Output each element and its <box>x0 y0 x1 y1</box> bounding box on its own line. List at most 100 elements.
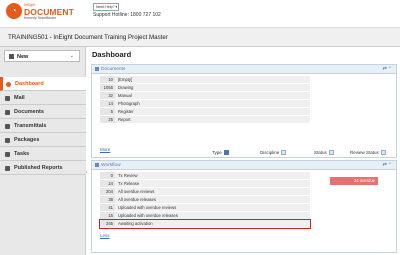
documents-panel-header: Documents ⇄ ⌃ <box>92 65 396 74</box>
list-item[interactable]: 14 Photograph <box>100 100 310 108</box>
filter-type[interactable]: Type <box>212 150 229 156</box>
need-help-dropdown[interactable]: Need Help? ▾ <box>93 3 119 11</box>
task-icon <box>5 151 10 157</box>
list-item[interactable]: 15 Uploaded with overdue releases <box>100 212 310 220</box>
list-item[interactable]: 1055 Drawing <box>100 84 310 92</box>
item-count: 10 <box>100 76 115 83</box>
item-count: 41 <box>100 204 115 211</box>
item-count: 32 <box>100 92 115 99</box>
list-item[interactable]: 38 All overdue releases <box>100 196 310 204</box>
sidebar-item-label: Published Reports <box>14 165 63 171</box>
item-count: 14 <box>100 100 115 107</box>
main-content: Dashboard Documents ⇄ ⌃ 10 [Empty] 1055 Dr… <box>87 47 400 255</box>
documents-icon <box>95 67 99 71</box>
item-label: Register <box>115 108 310 115</box>
filter-type-label: Type <box>212 150 222 155</box>
list-item[interactable]: 0 Tx Review <box>100 172 310 180</box>
new-icon <box>9 54 14 59</box>
item-count: 38 <box>100 196 115 203</box>
list-item[interactable]: 24 Tx Release <box>100 180 310 188</box>
item-label: Tx Review <box>115 172 310 179</box>
less-link[interactable]: Less <box>100 233 110 238</box>
logo-formerly-text: formerly TeamBinder <box>24 16 57 20</box>
sidebar-item-label: Transmittals <box>14 123 47 129</box>
item-count: 204 <box>100 188 115 195</box>
sidebar-item-label: Tasks <box>14 151 30 157</box>
item-label: [Empty] <box>115 76 310 83</box>
workflow-icon <box>95 163 99 167</box>
sidebar-item-tasks[interactable]: Tasks <box>0 147 86 161</box>
documents-panel: Documents ⇄ ⌃ 10 [Empty] 1055 Drawing 32 Ma… <box>91 64 397 158</box>
sidebar-item-label: Mail <box>14 95 25 101</box>
new-button-label: New <box>17 54 29 60</box>
item-count: 0 <box>100 172 115 179</box>
app-header: ◔ InEight DOCUMENT formerly TeamBinder N… <box>0 0 400 27</box>
item-count: 15 <box>100 212 115 219</box>
sidebar-item-dashboard[interactable]: Dashboard <box>0 77 86 91</box>
list-item[interactable]: 10 [Empty] <box>100 76 310 84</box>
overdue-badge[interactable]: 24 overdue <box>330 177 378 185</box>
chevron-down-icon: ⌄ <box>69 53 74 59</box>
sidebar-item-label: Packages <box>14 137 40 143</box>
report-icon <box>5 165 10 171</box>
list-item[interactable]: 25 Report <box>100 116 310 124</box>
filter-discipline[interactable]: Discipline <box>260 150 287 156</box>
page-title: Dashboard <box>92 50 132 59</box>
project-bar: TRAINING501 - InEight Document Training … <box>0 27 400 47</box>
item-count: 1055 <box>100 84 115 91</box>
sidebar: New ⌄ Dashboard Mail Documents Transmitt… <box>0 47 86 255</box>
list-item[interactable]: 5 Register <box>100 108 310 116</box>
item-label: Manual <box>115 92 310 99</box>
package-icon <box>5 137 10 143</box>
item-label: Tx Release <box>115 180 310 187</box>
filter-status-checkbox[interactable] <box>328 150 334 156</box>
sidebar-item-label: Dashboard <box>15 81 44 87</box>
workflow-panel-title: Workflow <box>101 163 121 168</box>
transmittal-icon <box>5 123 10 129</box>
item-label: All overdue releases <box>115 196 310 203</box>
item-label: All overdue reviews <box>115 188 310 195</box>
item-count: 5 <box>100 108 115 115</box>
sidebar-item-transmittals[interactable]: Transmittals <box>0 119 86 133</box>
list-item[interactable]: 41 Uploaded with overdue reviews <box>100 204 310 212</box>
filter-review-status[interactable]: Review Status <box>350 150 386 156</box>
filter-discipline-label: Discipline <box>260 150 280 155</box>
sidebar-item-published-reports[interactable]: Published Reports <box>0 161 86 175</box>
item-count: 24 <box>100 180 115 187</box>
filter-review-status-checkbox[interactable] <box>380 150 386 156</box>
new-button[interactable]: New ⌄ <box>4 50 80 62</box>
item-count: 25 <box>100 116 115 123</box>
project-title: TRAINING501 - InEight Document Training … <box>8 34 168 41</box>
item-label: Photograph <box>115 100 310 107</box>
item-label: Drawing <box>115 84 310 91</box>
mail-icon <box>5 95 10 101</box>
item-label: Report <box>115 116 310 123</box>
workflow-panel: Workflow ⇄ ⌃ 0 Tx Review 24 Tx Release 204… <box>91 160 397 253</box>
documents-list: 10 [Empty] 1055 Drawing 32 Manual 14 Photogr… <box>100 76 310 124</box>
panel-controls-icon[interactable]: ⇄ ⌃ <box>383 67 392 72</box>
more-link[interactable]: More <box>100 147 110 152</box>
list-item[interactable]: 32 Manual <box>100 92 310 100</box>
item-label: Uploaded with overdue releases <box>115 212 310 219</box>
logo-mark-icon: ◔ <box>6 3 22 19</box>
filter-status-label: Status <box>314 150 327 155</box>
workflow-list: 0 Tx Review 24 Tx Release 204 All overdue r… <box>99 172 311 229</box>
list-item[interactable]: 204 All overdue reviews <box>100 188 310 196</box>
sidebar-item-mail[interactable]: Mail <box>0 91 86 105</box>
filter-discipline-checkbox[interactable] <box>281 150 287 156</box>
filter-status[interactable]: Status <box>314 150 334 156</box>
panel-controls-icon[interactable]: ⇄ ⌃ <box>383 163 392 168</box>
sidebar-item-documents[interactable]: Documents <box>0 105 86 119</box>
item-label: Awaiting activation <box>115 220 310 227</box>
company-logo[interactable]: ◔ InEight DOCUMENT formerly TeamBinder <box>6 2 74 24</box>
document-icon <box>5 109 10 115</box>
list-item-highlighted[interactable]: 345 Awaiting activation <box>99 219 311 229</box>
sidebar-item-packages[interactable]: Packages <box>0 133 86 147</box>
item-label: Uploaded with overdue reviews <box>115 204 310 211</box>
item-count: 345 <box>100 220 115 227</box>
filter-review-status-label: Review Status <box>350 150 379 155</box>
filter-type-checkbox[interactable] <box>223 150 229 156</box>
sidebar-nav: Dashboard Mail Documents Transmittals Pa… <box>0 77 86 175</box>
workflow-panel-header: Workflow ⇄ ⌃ <box>92 161 396 170</box>
dashboard-icon <box>6 81 11 87</box>
